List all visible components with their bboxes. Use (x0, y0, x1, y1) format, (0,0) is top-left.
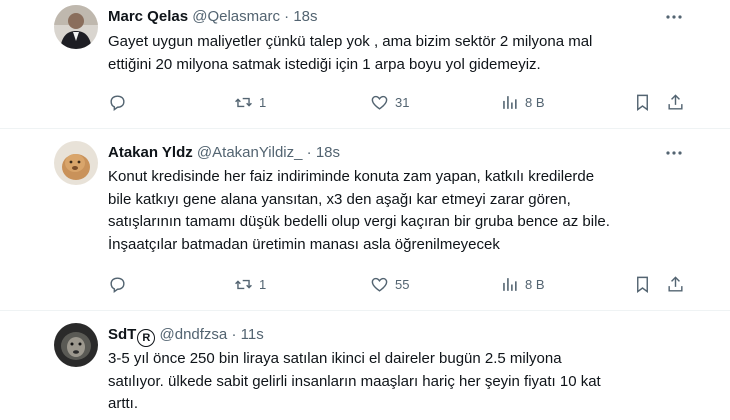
bookmark-button[interactable] (633, 274, 652, 294)
share-icon (668, 93, 683, 110)
timestamp[interactable]: 18s (316, 144, 340, 161)
views-button[interactable]: 8 B (500, 92, 545, 112)
tweet-text-line: ettiğini 20 milyona satmak istediği için… (108, 55, 541, 73)
tweet-text-line: 3-5 yıl önce 250 bin liraya satılan ikin… (108, 350, 562, 367)
heart-icon (371, 95, 388, 110)
user-handle[interactable]: @AtakanYildiz_ (197, 144, 303, 161)
like-button[interactable]: 31 (370, 92, 409, 112)
separator-dot: · (231, 326, 237, 343)
bookmark-icon (637, 94, 648, 111)
avatar[interactable] (54, 5, 98, 49)
views-button[interactable]: 8 B (500, 274, 545, 294)
tweet-text-line: bile katkıyı gene alana yansıtan, x3 den… (108, 190, 571, 208)
retweet-icon (235, 97, 252, 107)
tweet-text: Gayet uygun maliyetler çünkü talep yok ,… (108, 31, 708, 76)
timeline: Marc Qelas @Qelasmarc · 18s Gayet uygun … (0, 0, 730, 420)
reply-icon (110, 276, 125, 293)
tweet-header: SdT R @dndfzsa · 11s (108, 325, 264, 347)
reply-icon (110, 94, 125, 111)
tweet-3[interactable]: SdT R @dndfzsa · 11s 3-5 yıl önce 250 bin… (0, 311, 730, 420)
like-button[interactable]: 55 (370, 274, 409, 294)
share-button[interactable] (666, 92, 685, 112)
tweet-text-line: Konut kredisinde her faiz indiriminde ko… (108, 168, 595, 185)
tweet-text: 3-5 yıl önce 250 bin liraya satılan ikin… (108, 348, 708, 416)
reply-button[interactable] (108, 274, 127, 294)
registered-badge-icon: R (137, 329, 156, 347)
share-icon (668, 275, 683, 292)
more-options-icon[interactable] (664, 7, 684, 27)
retweet-count: 1 (259, 94, 267, 110)
tweet-text-line: arttı. (108, 395, 139, 412)
timestamp[interactable]: 18s (293, 8, 317, 25)
display-name[interactable]: Marc Qelas (108, 8, 188, 25)
tweet-header: Atakan Yldz @AtakanYildiz_ · 18s (108, 143, 340, 163)
retweet-count: 1 (259, 276, 267, 292)
views-count: 8 B (525, 276, 545, 292)
heart-icon (371, 277, 388, 292)
retweet-button[interactable]: 1 (234, 274, 266, 294)
reply-button[interactable] (108, 92, 127, 112)
tweet-header: Marc Qelas @Qelasmarc · 18s (108, 7, 318, 27)
separator-dot: · (306, 144, 312, 161)
share-button[interactable] (666, 274, 685, 294)
more-options-icon[interactable] (664, 143, 684, 163)
display-name[interactable]: SdT (108, 326, 136, 343)
avatar[interactable] (54, 141, 98, 185)
separator-dot: · (284, 8, 290, 25)
avatar[interactable] (54, 323, 98, 367)
tweet-1[interactable]: Marc Qelas @Qelasmarc · 18s Gayet uygun … (0, 0, 730, 128)
retweet-icon (235, 279, 252, 289)
tweet-actions: 1 55 8 B (108, 274, 698, 294)
tweet-text-line: İnşaatçılar batmadan üretimin manası asl… (108, 235, 500, 253)
views-chart-icon (503, 95, 517, 109)
bookmark-button[interactable] (633, 92, 652, 112)
tweet-text: Konut kredisinde her faiz indiriminde ko… (108, 166, 708, 256)
tweet-text-line: satılıyor. ülkede sabit gelirli insanlar… (108, 372, 601, 390)
like-count: 31 (395, 94, 410, 110)
tweet-actions: 1 31 8 B (108, 92, 698, 112)
timestamp[interactable]: 11s (241, 326, 264, 343)
bookmark-icon (637, 276, 648, 293)
like-count: 55 (395, 276, 410, 292)
tweet-2[interactable]: Atakan Yldz @AtakanYildiz_ · 18s Konut k… (0, 129, 730, 310)
retweet-button[interactable]: 1 (234, 92, 266, 112)
views-chart-icon (503, 277, 517, 291)
display-name[interactable]: Atakan Yldz (108, 144, 193, 161)
tweet-text-line: satışlarının tamamı düşük bedelli olup v… (108, 213, 610, 230)
tweet-text-line: Gayet uygun maliyetler çünkü talep yok ,… (108, 33, 593, 50)
user-handle[interactable]: @Qelasmarc (192, 8, 280, 25)
views-count: 8 B (525, 94, 545, 110)
user-handle[interactable]: @dndfzsa (160, 326, 228, 343)
